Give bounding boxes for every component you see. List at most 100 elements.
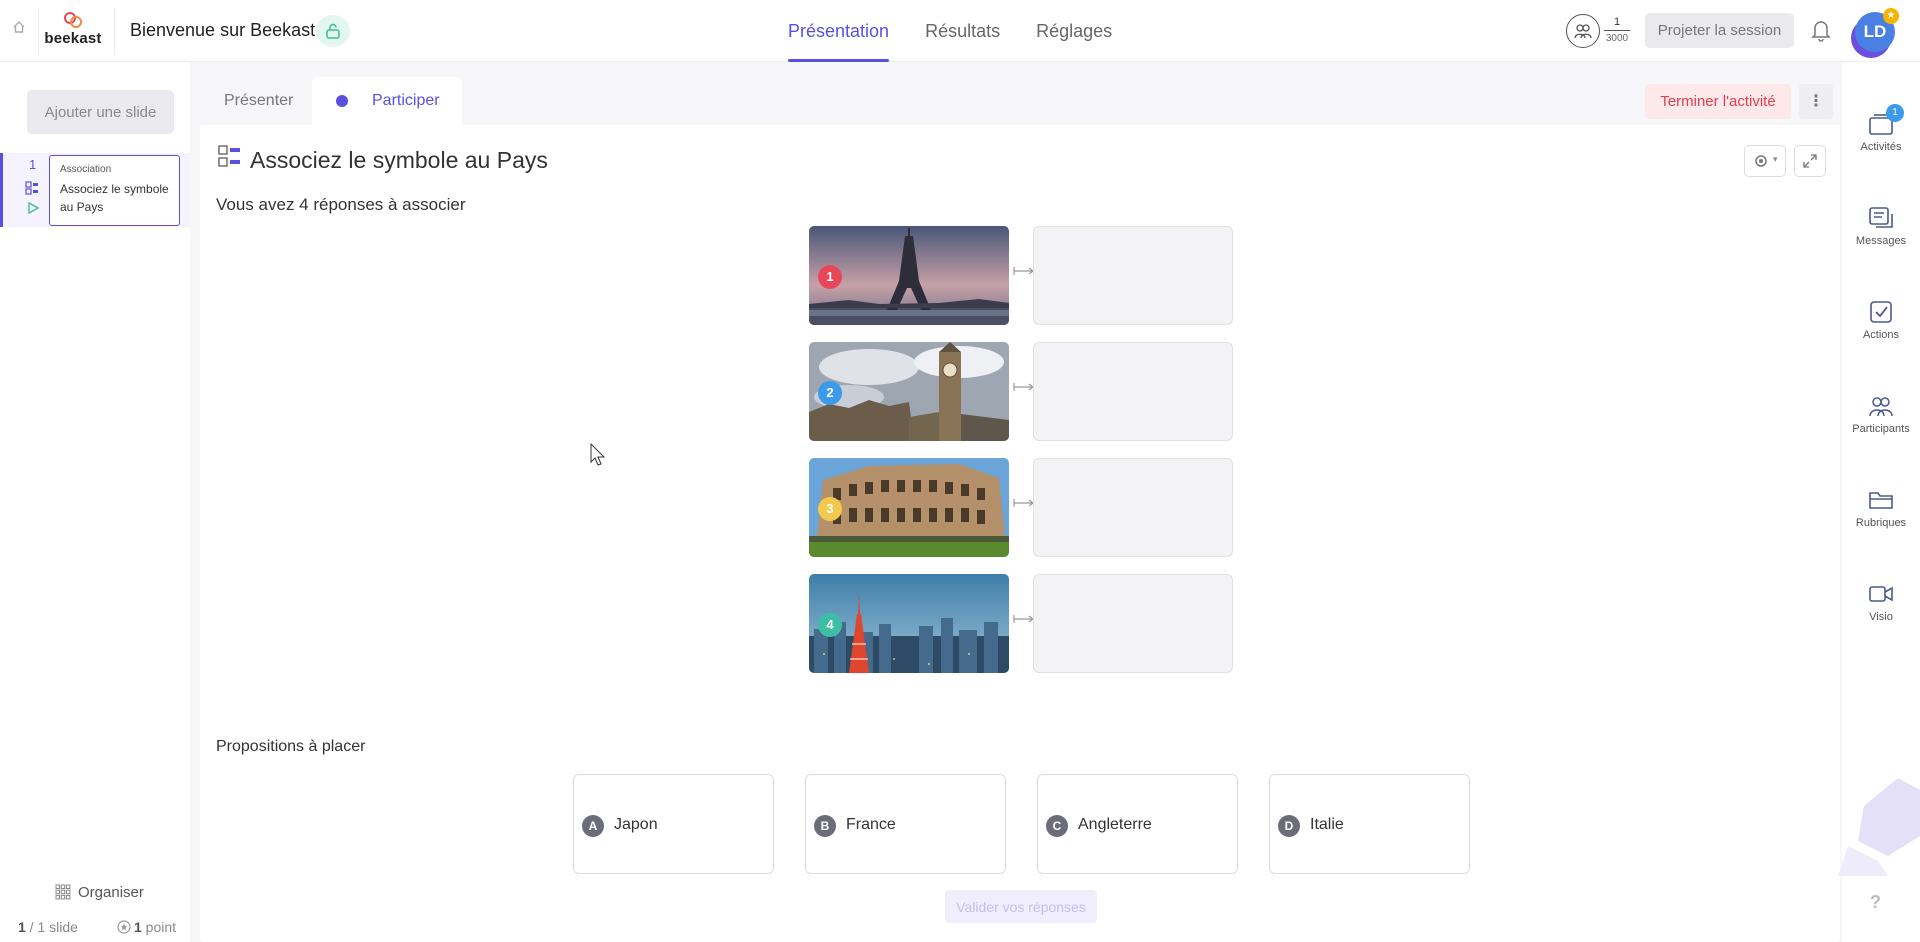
- logo-icon: [64, 12, 82, 28]
- arrow-right-icon: [1013, 383, 1034, 391]
- slide-counter: 1 / 1 slide: [18, 919, 78, 935]
- slide-item[interactable]: 1 Association Associez le symbole au Pay…: [0, 153, 190, 227]
- rail-activities[interactable]: 1 Activités: [1842, 104, 1920, 153]
- checkbox-icon: [1870, 301, 1892, 323]
- proposition-label: France: [846, 816, 896, 833]
- pair-row: 1: [809, 226, 1234, 325]
- add-slide-button[interactable]: Ajouter une slide: [27, 90, 174, 134]
- item-number-badge: 1: [818, 265, 842, 289]
- rail-label: Activités: [1860, 141, 1902, 153]
- star-icon: ★: [1883, 8, 1899, 24]
- points-icon: [117, 920, 131, 934]
- grid-icon: [55, 884, 71, 900]
- bell-icon[interactable]: [1810, 18, 1834, 44]
- organize-label: Organiser: [78, 884, 144, 901]
- participants-counter[interactable]: 1 3000: [1566, 14, 1630, 48]
- session-title: Bienvenue sur Beekast: [130, 20, 316, 40]
- settings-dropdown[interactable]: ▾: [1744, 145, 1786, 177]
- proposition-letter: B: [814, 815, 836, 837]
- slides-sidebar: Ajouter une slide 1 Association Associez…: [0, 62, 190, 942]
- validate-answers-button[interactable]: Valider vos réponses: [945, 890, 1097, 923]
- points-text: point: [141, 919, 177, 935]
- rail-label: Messages: [1855, 235, 1907, 247]
- points-counter: 1 point: [117, 919, 176, 935]
- main-panel: Présenter Participer Terminer l'activité…: [200, 77, 1840, 942]
- proposition-letter: C: [1046, 815, 1068, 837]
- drop-zone[interactable]: [1033, 458, 1233, 557]
- question-title: Associez le symbole au Pays: [250, 147, 548, 173]
- rail-label: Participants: [1852, 423, 1910, 435]
- messages-icon: [1869, 207, 1893, 228]
- project-session-button[interactable]: Projeter la session: [1645, 13, 1794, 48]
- rail-label: Actions: [1862, 329, 1900, 341]
- item-number-badge: 4: [818, 613, 842, 637]
- proposition-letter: A: [582, 815, 604, 837]
- rail-rubriques[interactable]: Rubriques: [1842, 488, 1920, 529]
- participants-icon: [1869, 397, 1893, 417]
- pair-row: 3: [809, 458, 1234, 557]
- proposition-card[interactable]: A Japon: [573, 774, 774, 874]
- answers-count: Vous avez 4 réponses à associer: [216, 195, 466, 214]
- mouse-cursor-icon: [590, 443, 606, 466]
- home-icon[interactable]: [8, 20, 30, 42]
- beekast-logo[interactable]: beekast: [42, 8, 104, 54]
- tab-presenter[interactable]: Présenter: [224, 77, 293, 125]
- points-value: 1: [134, 919, 142, 935]
- tab-resultats[interactable]: Résultats: [907, 0, 1018, 62]
- slide-thumbnail[interactable]: Association Associez le symbole au Pays: [49, 155, 180, 226]
- eiffel-tower-image: 1: [809, 226, 1009, 325]
- participants-icon: [1566, 14, 1600, 48]
- rail-label: Rubriques: [1855, 517, 1907, 529]
- active-indicator: [0, 153, 3, 227]
- activities-badge: 1: [1886, 104, 1904, 122]
- divider: [1604, 30, 1630, 31]
- proposition-label: Japon: [614, 816, 658, 833]
- help-icon[interactable]: ?: [1870, 892, 1881, 913]
- drop-zone[interactable]: [1033, 342, 1233, 441]
- play-icon[interactable]: [27, 202, 39, 214]
- tab-presentation[interactable]: Présentation: [770, 0, 907, 62]
- rail-visio[interactable]: Visio: [1842, 582, 1920, 623]
- end-activity-button[interactable]: Terminer l'activité: [1645, 84, 1791, 119]
- tab-participer[interactable]: Participer: [312, 77, 462, 125]
- big-ben-image: 2: [809, 342, 1009, 441]
- top-bar: beekast Bienvenue sur Beekast Présentati…: [0, 0, 1920, 62]
- expand-button[interactable]: [1794, 145, 1826, 177]
- proposition-card[interactable]: C Angleterre: [1037, 774, 1238, 874]
- chevron-down-icon: ▾: [1773, 154, 1778, 164]
- association-icon: [25, 181, 38, 195]
- item-number-badge: 2: [818, 381, 842, 405]
- divider: [38, 8, 39, 54]
- logo-text: beekast: [44, 30, 102, 47]
- slide-title: Associez le symbole au Pays: [60, 182, 169, 214]
- propositions-label: Propositions à placer: [216, 738, 366, 755]
- proposition-letter: D: [1278, 815, 1300, 837]
- rail-participants[interactable]: Participants: [1842, 394, 1920, 435]
- proposition-card[interactable]: B France: [805, 774, 1006, 874]
- video-camera-icon: [1869, 586, 1893, 602]
- slide-number: 1: [29, 157, 37, 172]
- proposition-card[interactable]: D Italie: [1269, 774, 1470, 874]
- proposition-label: Angleterre: [1078, 816, 1152, 833]
- rail-messages[interactable]: Messages: [1842, 206, 1920, 247]
- rail-actions[interactable]: Actions: [1842, 300, 1920, 341]
- drop-zone[interactable]: [1033, 226, 1233, 325]
- colosseum-image: 3: [809, 458, 1009, 557]
- folder-icon: [1869, 492, 1893, 509]
- association-icon: [218, 145, 240, 167]
- more-options-icon[interactable]: ⋮: [1799, 84, 1833, 119]
- tab-reglages[interactable]: Réglages: [1018, 0, 1130, 62]
- tokyo-tower-image: 4: [809, 574, 1009, 673]
- tab-participer-label: Participer: [372, 92, 440, 109]
- main-nav: Présentation Résultats Réglages: [770, 0, 1130, 62]
- organize-button[interactable]: Organiser: [55, 884, 144, 901]
- pair-row: 2: [809, 342, 1234, 441]
- expand-icon: [1803, 154, 1817, 168]
- sub-tabs: Présenter Participer Terminer l'activité…: [200, 77, 1840, 125]
- participants-max: 3000: [1605, 33, 1629, 44]
- pair-row: 4: [809, 574, 1234, 673]
- unlock-icon[interactable]: [316, 15, 350, 47]
- slide-counter-text: / 1 slide: [25, 919, 78, 935]
- drop-zone[interactable]: [1033, 574, 1233, 673]
- gear-icon: [1755, 155, 1767, 167]
